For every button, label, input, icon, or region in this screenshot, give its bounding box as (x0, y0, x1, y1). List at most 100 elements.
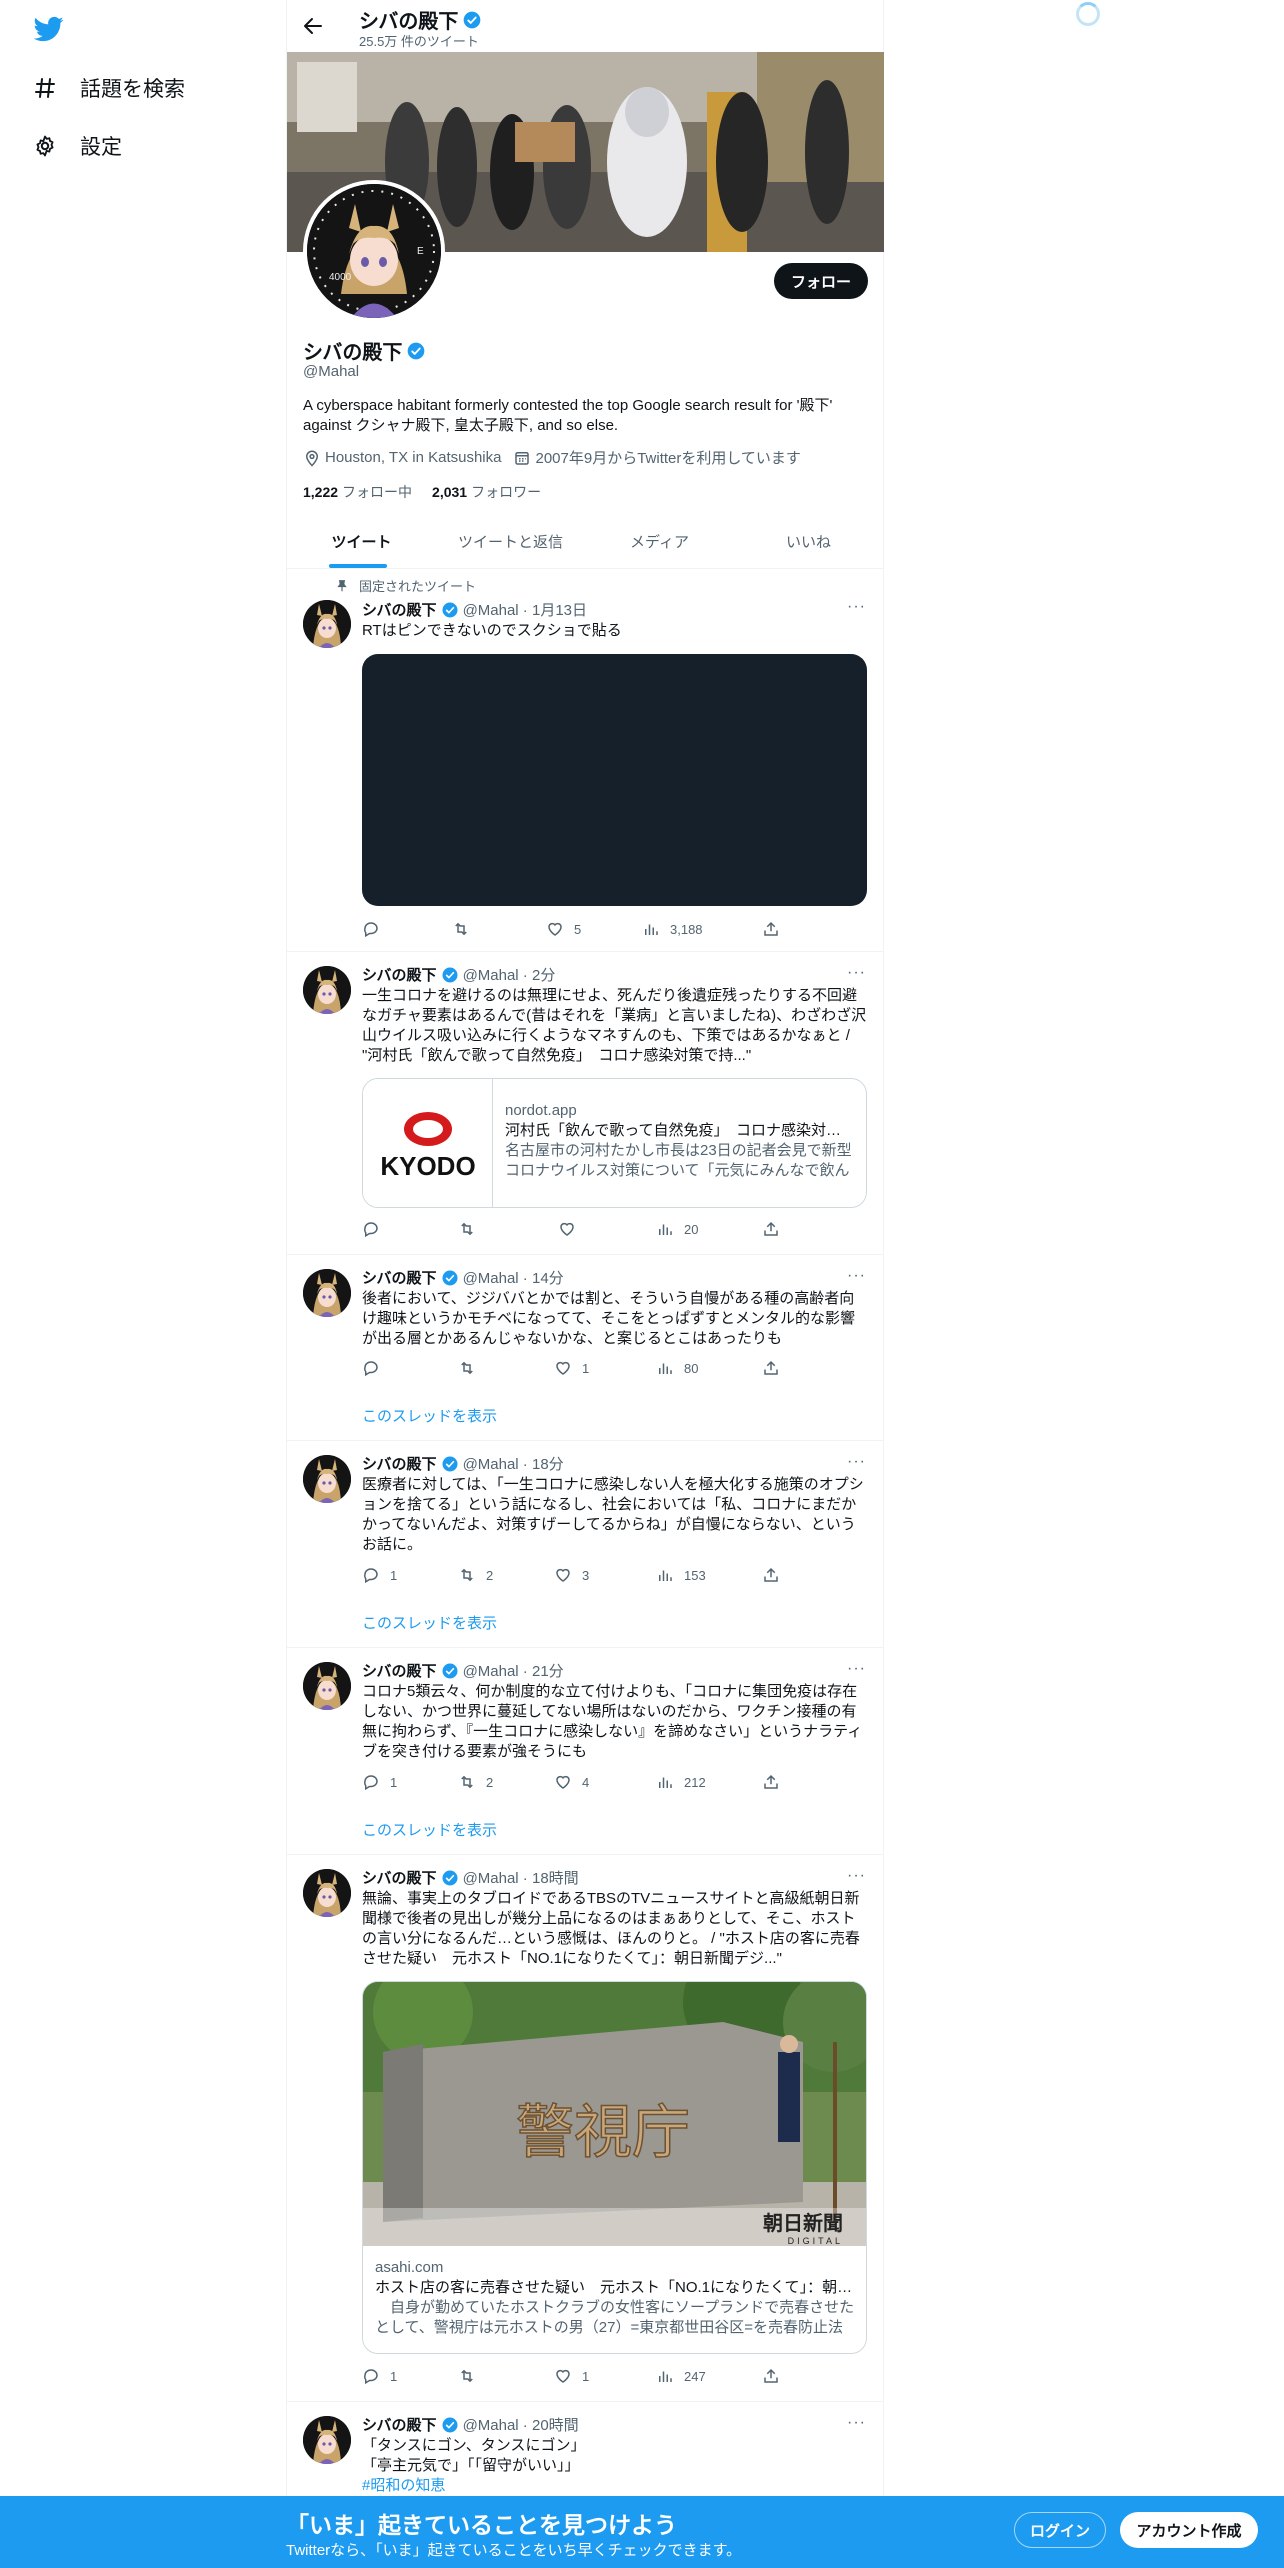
like-count: 1 (582, 2368, 590, 2384)
more-options-icon[interactable]: ··· (847, 964, 867, 984)
tweet-avatar[interactable] (303, 1269, 351, 1317)
like-button[interactable]: 4 (554, 1773, 589, 1791)
retweet-button[interactable] (458, 2367, 486, 2385)
show-thread-link[interactable]: このスレッドを表示 (362, 1405, 497, 1426)
following-link[interactable]: 1,222 フォロー中 (303, 482, 412, 502)
retweet-button[interactable]: 2 (458, 1566, 493, 1584)
like-button[interactable]: 1 (554, 1359, 589, 1377)
profile-avatar[interactable]: 4000 E (303, 180, 445, 322)
tweet[interactable]: シバの殿下 @Mahal · 18分 ··· 医療者に対しては、「一生コロナに感… (287, 1441, 883, 1648)
share-button[interactable] (762, 1773, 780, 1791)
more-options-icon[interactable]: ··· (847, 1453, 867, 1473)
more-options-icon[interactable]: ··· (847, 598, 867, 618)
reply-button[interactable] (362, 1359, 390, 1377)
tweet-header: シバの殿下 @Mahal · 21分 (362, 1660, 564, 1681)
retweet-button[interactable] (458, 1220, 486, 1238)
hashtag-link[interactable]: #昭和の知恵 (362, 2476, 867, 2496)
tab-media[interactable]: メディア (585, 515, 734, 568)
retweet-button[interactable] (452, 920, 480, 938)
tweet-pinned[interactable]: 固定されたツイート シバの殿下 @Mahal · 1月13日 ··· RTはピン… (287, 570, 883, 952)
link-card[interactable]: 警視庁 朝日新聞 DIGITAL asahi.com ホスト店の客に売春させた疑… (362, 1981, 867, 2354)
tweet-avatar[interactable] (303, 1662, 351, 1710)
more-options-icon[interactable]: ··· (847, 1267, 867, 1287)
reply-button[interactable] (362, 920, 390, 938)
signup-button[interactable]: アカウント作成 (1120, 2512, 1258, 2548)
tweet-meta[interactable]: @Mahal · 20時間 (463, 2414, 579, 2435)
show-thread-link[interactable]: このスレッドを表示 (362, 1819, 497, 1840)
link-card[interactable]: KYODO nordot.app 河村氏「飲んで歌って自然免疫」 コロナ感染対策… (362, 1078, 867, 1208)
back-arrow-icon[interactable] (301, 14, 325, 38)
views-button[interactable]: 153 (656, 1566, 706, 1584)
following-label: フォロー中 (342, 484, 413, 500)
tweet-avatar[interactable] (303, 1869, 351, 1917)
tweet-meta[interactable]: @Mahal · 1月13日 (463, 599, 587, 620)
show-thread-link[interactable]: このスレッドを表示 (362, 1612, 497, 1633)
tweet-avatar[interactable] (303, 1455, 351, 1503)
retweet-button[interactable]: 2 (458, 1773, 493, 1791)
tweet[interactable]: シバの殿下 @Mahal · 14分 ··· 後者において、ジジババとかでは割と… (287, 1255, 883, 1441)
tweet[interactable]: シバの殿下 @Mahal · 20時間 ··· 「タンスにゴン、タンスにゴン」 … (287, 2402, 883, 2496)
tweet-author-name[interactable]: シバの殿下 (362, 1453, 437, 1474)
tweet-meta[interactable]: @Mahal · 18時間 (463, 1867, 579, 1888)
tweet-author-name[interactable]: シバの殿下 (362, 1867, 437, 1888)
views-button[interactable]: 80 (656, 1359, 698, 1377)
tweet-author-name[interactable]: シバの殿下 (362, 2414, 437, 2435)
views-button[interactable]: 247 (656, 2367, 706, 2385)
views-button[interactable]: 3,188 (642, 920, 703, 938)
tweet-media-image[interactable] (362, 654, 867, 906)
tweet-author-name[interactable]: シバの殿下 (362, 599, 437, 620)
tab-tweets[interactable]: ツイート (287, 515, 436, 568)
nav-explore[interactable]: 話題を検索 (32, 73, 185, 103)
tab-tweets-and-replies[interactable]: ツイートと返信 (436, 515, 585, 568)
share-button[interactable] (762, 1220, 780, 1238)
tweet-meta[interactable]: @Mahal · 21分 (463, 1660, 564, 1681)
asahi-logo: 朝日新聞 (763, 2211, 843, 2235)
like-count: 4 (582, 1774, 590, 1790)
tweet-meta[interactable]: @Mahal · 18分 (463, 1453, 564, 1474)
tweet-meta[interactable]: @Mahal · 2分 (463, 964, 556, 985)
like-button[interactable]: 3 (554, 1566, 589, 1584)
more-options-icon[interactable]: ··· (847, 1867, 867, 1887)
login-button[interactable]: ログイン (1014, 2512, 1106, 2548)
tweet-author-name[interactable]: シバの殿下 (362, 964, 437, 985)
verified-badge-icon (442, 967, 458, 982)
tweet-avatar[interactable] (303, 2416, 351, 2464)
twitter-bird-logo-icon[interactable] (32, 14, 66, 44)
share-button[interactable] (762, 2367, 780, 2385)
tweet-meta[interactable]: @Mahal · 14分 (463, 1267, 564, 1288)
reply-button[interactable]: 1 (362, 1773, 397, 1791)
reply-button[interactable]: 1 (362, 1566, 397, 1584)
reply-count: 1 (390, 1774, 398, 1790)
tweet-avatar[interactable] (303, 966, 351, 1014)
reply-icon (364, 1361, 378, 1377)
like-button[interactable]: 5 (546, 920, 581, 938)
tweet-actions: 1 2 3 153 (362, 1566, 792, 1586)
like-button[interactable]: 1 (554, 2367, 589, 2385)
followers-link[interactable]: 2,031 フォロワー (432, 482, 541, 502)
link-card-title: 河村氏「飲んで歌って自然免疫」 コロナ感染対策で持論 (505, 1122, 855, 1139)
follow-button[interactable]: フォロー (774, 263, 868, 299)
tweet-avatar[interactable] (303, 600, 351, 648)
verified-badge-icon (442, 2417, 458, 2432)
nav-settings[interactable]: 設定 (32, 131, 122, 161)
share-button[interactable] (762, 1359, 780, 1377)
share-button[interactable] (762, 1566, 780, 1584)
share-button[interactable] (762, 920, 780, 938)
tweet[interactable]: シバの殿下 @Mahal · 21分 ··· コロナ5類云々、何か制度的な立て付… (287, 1648, 883, 1855)
asahi-logo-sub: DIGITAL (788, 2236, 843, 2246)
reply-button[interactable] (362, 1220, 390, 1238)
loading-spinner-icon (1076, 2, 1100, 26)
tweet-author-name[interactable]: シバの殿下 (362, 1660, 437, 1681)
like-button[interactable] (558, 1220, 586, 1238)
views-button[interactable]: 20 (656, 1220, 698, 1238)
views-button[interactable]: 212 (656, 1773, 706, 1791)
tweet[interactable]: シバの殿下 @Mahal · 18時間 ··· 無論、事実上のタブロイドであるT… (287, 1855, 883, 2402)
verified-badge-icon (442, 602, 458, 617)
retweet-button[interactable] (458, 1359, 486, 1377)
tweet[interactable]: シバの殿下 @Mahal · 2分 ··· 一生コロナを避けるのは無理にせよ、死… (287, 952, 883, 1255)
more-options-icon[interactable]: ··· (847, 1660, 867, 1680)
tweet-author-name[interactable]: シバの殿下 (362, 1267, 437, 1288)
tab-likes[interactable]: いいね (734, 515, 883, 568)
reply-button[interactable]: 1 (362, 2367, 397, 2385)
more-options-icon[interactable]: ··· (847, 2414, 867, 2434)
